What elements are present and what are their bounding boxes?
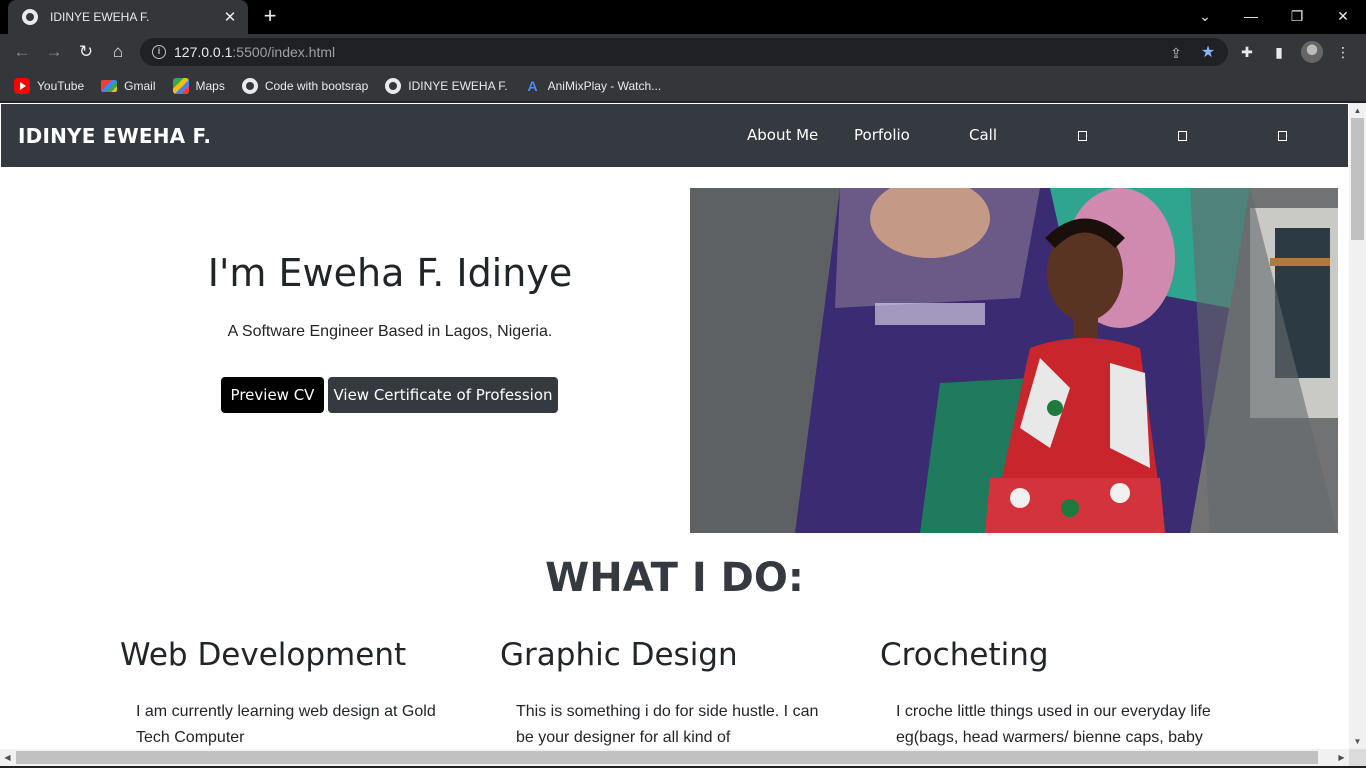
service-text-graphic-design: This is something i do for side hustle. … [516,703,819,746]
youtube-icon [14,77,30,94]
service-title-crocheting: Crocheting [880,637,1049,673]
hero-title: I'm Eweha F. Idinye [207,251,573,295]
service-title-web-development: Web Development [120,637,407,673]
service-text-web-development: I am currently learning web design at Go… [136,703,436,746]
globe-icon [22,9,38,25]
what-i-do-heading: WHAT I DO: [545,555,804,601]
view-certificate-button[interactable]: View Certificate of Profession [328,377,558,413]
restore-button[interactable]: ❐ [1274,0,1320,34]
site-info-icon[interactable]: i [152,45,166,59]
scroll-left-arrow-icon[interactable]: ◀ [0,749,15,766]
scroll-right-arrow-icon[interactable]: ▶ [1334,749,1349,766]
horizontal-scroll-thumb[interactable] [16,751,1318,764]
bookmarks-bar: YouTube Gmail Maps Code with bootsrap ID… [0,70,1366,101]
close-tab-icon[interactable]: ✕ [222,8,238,26]
side-panel-icon[interactable]: ▮ [1269,42,1289,62]
nav-call[interactable]: Call [969,126,997,144]
animixplay-icon: A [527,77,538,94]
bookmark-youtube[interactable]: YouTube [14,77,85,94]
maps-icon [172,77,189,94]
forward-icon[interactable]: → [42,40,66,64]
close-window-button[interactable]: ✕ [1320,0,1366,34]
tab-search-icon[interactable]: ⌄ [1182,0,1228,34]
missing-glyph-icon[interactable] [1278,131,1287,141]
tab-strip: IDINYE EWEHA F. ✕ + ⌄ — ❐ ✕ [0,0,1366,34]
url-host: 127.0.0.1 [174,44,233,60]
tab-title: IDINYE EWEHA F. [50,10,150,24]
service-text-crocheting: I croche little things used in our every… [896,703,1211,746]
bookmark-label: IDINYE EWEHA F. [408,78,508,93]
nav-about-me[interactable]: About Me [747,126,818,144]
hero-subtitle: A Software Engineer Based in Lagos, Nige… [227,323,553,340]
horizontal-scrollbar[interactable]: ◀ ▶ [0,749,1349,766]
site-navbar: IDINYE EWEHA F. About Me Porfolio Call [1,104,1348,167]
bookmark-label: YouTube [37,78,85,93]
site-brand[interactable]: IDINYE EWEHA F. [18,124,211,148]
minimize-button[interactable]: — [1228,0,1274,34]
bookmark-maps[interactable]: Maps [172,77,225,94]
bookmark-animixplay[interactable]: A AniMixPlay - Watch... [525,78,662,94]
preview-cv-button[interactable]: Preview CV [221,377,324,413]
address-bar[interactable]: i 127.0.0.1:5500/index.html ⇪ ★ [140,38,1228,66]
home-icon[interactable]: ⌂ [106,40,130,64]
share-icon[interactable]: ⇪ [1168,45,1184,61]
globe-icon [385,77,402,94]
bookmark-label: Maps [195,78,225,93]
scroll-up-arrow-icon[interactable]: ▲ [1349,103,1366,118]
bookmark-gmail[interactable]: Gmail [101,78,156,93]
bookmark-label: Code with bootsrap [264,78,369,93]
scrollbar-corner [1349,749,1366,766]
vertical-scroll-thumb[interactable] [1351,118,1364,240]
bookmark-code-with-bootsrap[interactable]: Code with bootsrap [241,77,369,94]
menu-icon[interactable]: ⋮ [1333,42,1353,62]
scroll-down-arrow-icon[interactable]: ▼ [1349,734,1366,749]
bookmark-label: AniMixPlay - Watch... [547,78,662,93]
browser-tab-active[interactable]: IDINYE EWEHA F. ✕ [8,0,248,34]
back-icon[interactable]: ← [10,40,34,64]
gmail-icon [101,79,118,92]
page-viewport: IDINYE EWEHA F. About Me Porfolio Call I… [0,103,1349,749]
bookmark-star-icon[interactable]: ★ [1200,45,1216,61]
extensions-icon[interactable]: ✚ [1237,42,1257,62]
profile-photo-illustration [690,188,1338,533]
missing-glyph-icon[interactable] [1178,131,1187,141]
bookmark-label: Gmail [124,78,156,93]
vertical-scrollbar[interactable]: ▲ ▼ [1349,103,1366,749]
new-tab-button[interactable]: + [258,4,282,28]
service-title-graphic-design: Graphic Design [500,637,738,673]
browser-toolbar: ← → ↻ ⌂ i 127.0.0.1:5500/index.html ⇪ ★ … [0,34,1366,70]
url-path: :5500/index.html [232,44,336,60]
reload-icon[interactable]: ↻ [74,40,98,64]
globe-icon [241,77,258,94]
nav-portfolio[interactable]: Porfolio [854,126,910,144]
bookmark-idinye-eweha[interactable]: IDINYE EWEHA F. [385,77,508,94]
missing-glyph-icon[interactable] [1078,131,1087,141]
profile-avatar[interactable] [1301,41,1323,63]
profile-photo [690,188,1338,533]
